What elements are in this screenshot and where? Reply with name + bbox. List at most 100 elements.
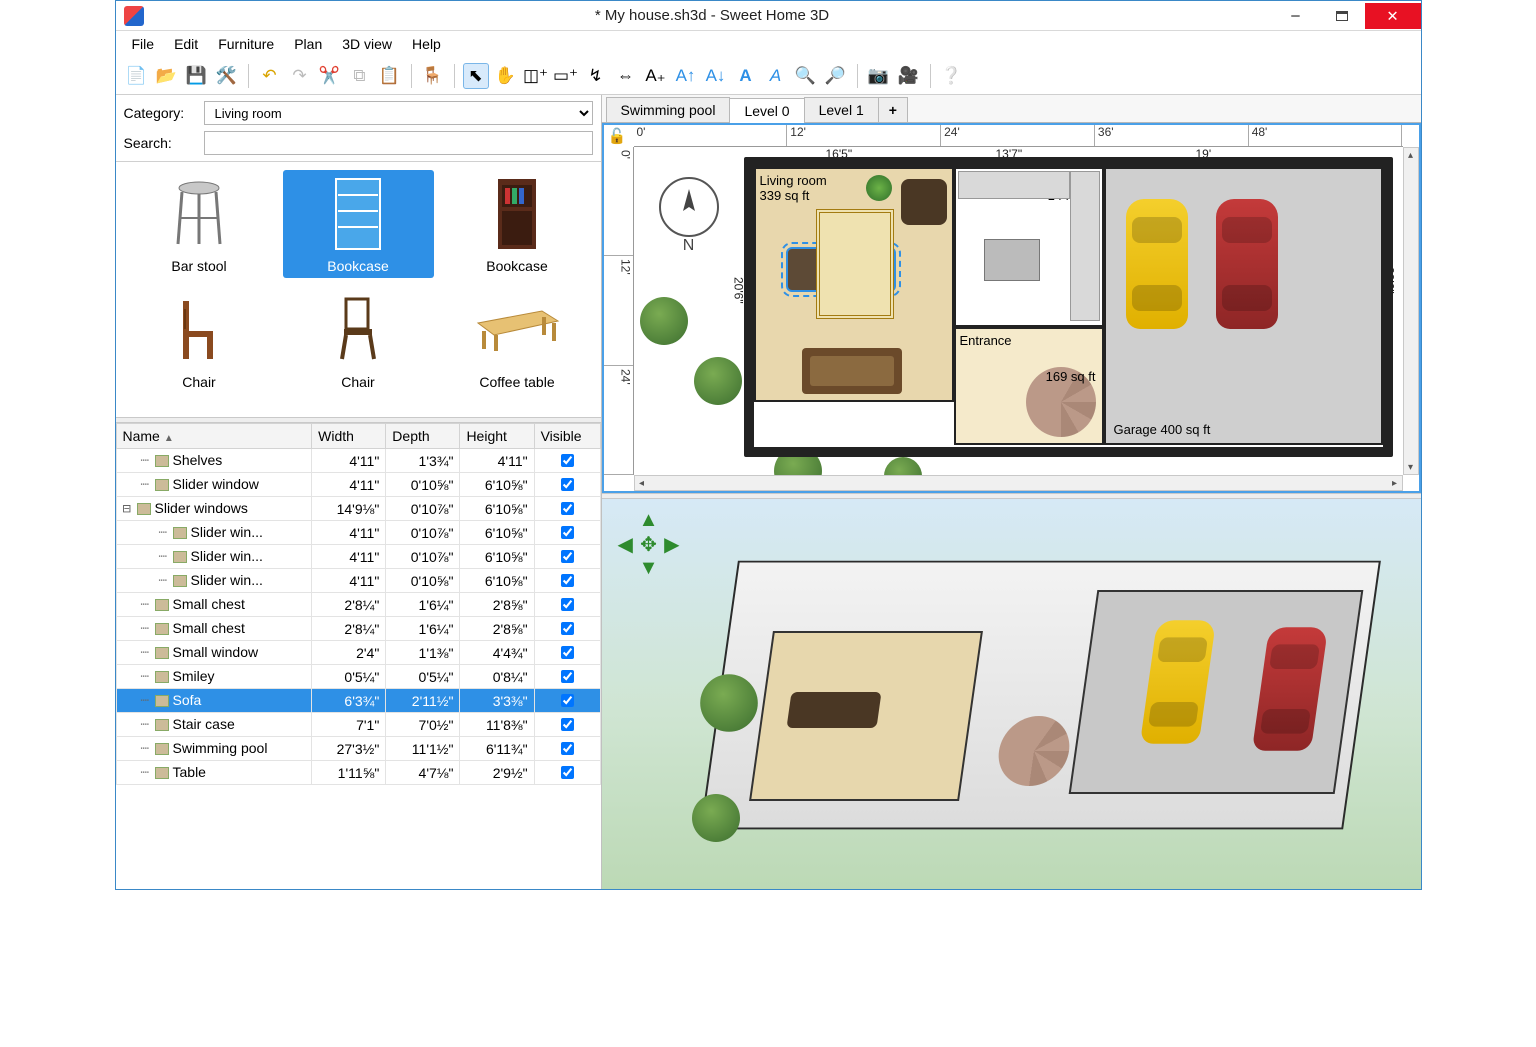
maximize-button[interactable] — [1319, 3, 1365, 29]
cut-icon[interactable]: ✂️ — [317, 63, 343, 89]
tab-add[interactable]: + — [878, 97, 908, 122]
lock-icon[interactable]: 🔓 — [608, 127, 627, 145]
visible-checkbox[interactable] — [561, 646, 574, 659]
table-row[interactable]: ┈Slider win...4'11"0'10⅞"6'10⅝" — [116, 545, 600, 569]
table-row[interactable]: ┈Smiley0'5¼"0'5¼"0'8¼" — [116, 665, 600, 689]
furniture-counter[interactable] — [958, 171, 1070, 199]
visible-checkbox[interactable] — [561, 694, 574, 707]
catalog-item[interactable]: Bookcase — [283, 170, 434, 278]
menu-plan[interactable]: Plan — [286, 34, 330, 54]
create-room-icon[interactable]: ▭⁺ — [553, 63, 579, 89]
room-living[interactable]: Living room 339 sq ft — [754, 167, 954, 402]
help-icon[interactable]: ❔ — [939, 63, 965, 89]
furniture-catalog[interactable]: Bar stool Bookcase Bookcase — [116, 162, 601, 417]
furniture-dining-table[interactable] — [802, 348, 902, 394]
table-row[interactable]: ┈Slider win...4'11"0'10⅞"6'10⅝" — [116, 521, 600, 545]
table-row[interactable]: ┈Small chest2'8¼"1'6¼"2'8⅝" — [116, 593, 600, 617]
furniture-counter[interactable] — [1070, 171, 1100, 321]
visible-checkbox[interactable] — [561, 454, 574, 467]
nav-up-icon[interactable]: ▲ — [637, 509, 660, 532]
zoom-out-icon[interactable]: 🔎 — [823, 63, 849, 89]
visible-checkbox[interactable] — [561, 598, 574, 611]
car-red-icon[interactable] — [1216, 199, 1278, 329]
tab-swimming-pool[interactable]: Swimming pool — [606, 97, 731, 122]
table-row[interactable]: ┈Slider window4'11"0'10⅝"6'10⅝" — [116, 473, 600, 497]
create-text-icon[interactable]: A₊ — [643, 63, 669, 89]
plan-canvas[interactable]: N 16'5" 13'7" 19' 20'6" 20'6" — [634, 147, 1403, 475]
catalog-item[interactable]: Chair — [283, 286, 434, 394]
nav-right-icon[interactable]: ▶ — [660, 532, 683, 557]
visible-checkbox[interactable] — [561, 550, 574, 563]
text-bold-icon[interactable]: A — [733, 63, 759, 89]
create-polyline-icon[interactable]: ↯ — [583, 63, 609, 89]
visible-checkbox[interactable] — [561, 526, 574, 539]
new-icon[interactable]: 📄 — [124, 63, 150, 89]
catalog-item[interactable]: Coffee table — [442, 286, 593, 394]
menu-furniture[interactable]: Furniture — [210, 34, 282, 54]
car-yellow-icon[interactable] — [1126, 199, 1188, 329]
tab-level-1[interactable]: Level 1 — [804, 97, 879, 122]
furniture-table[interactable]: Name Width Depth Height Visible ┈Shelves… — [116, 423, 601, 889]
visible-checkbox[interactable] — [561, 622, 574, 635]
room-kitchen[interactable]: Kitchen 144 sq ft — [954, 167, 1104, 327]
plan-scrollbar-h[interactable]: ◂▸ — [634, 475, 1403, 491]
menu-help[interactable]: Help — [404, 34, 449, 54]
open-icon[interactable]: 📂 — [154, 63, 180, 89]
table-row[interactable]: ┈Stair case7'1"7'0½"11'8⅜" — [116, 713, 600, 737]
house-outline[interactable]: Living room 339 sq ft — [744, 157, 1393, 457]
close-button[interactable]: ✕ — [1365, 3, 1421, 29]
nav3d-control[interactable]: ▲ ◀✥▶ ▼ — [614, 509, 684, 579]
text-size-down-icon[interactable]: A↓ — [703, 63, 729, 89]
nav-left-icon[interactable]: ◀ — [614, 532, 637, 557]
redo-icon[interactable]: ↷ — [287, 63, 313, 89]
select-tool-icon[interactable]: ⬉ — [463, 63, 489, 89]
catalog-item[interactable]: Chair — [124, 286, 275, 394]
col-width[interactable]: Width — [312, 424, 386, 449]
visible-checkbox[interactable] — [561, 766, 574, 779]
paste-icon[interactable]: 📋 — [377, 63, 403, 89]
table-row[interactable]: ┈Small chest2'8¼"1'6¼"2'8⅝" — [116, 617, 600, 641]
table-row[interactable]: ┈Shelves4'11"1'3¾"4'11" — [116, 449, 600, 473]
table-row[interactable]: ┈Swimming pool27'3½"11'1½"6'11¾" — [116, 737, 600, 761]
tree-icon[interactable] — [694, 357, 742, 405]
table-row[interactable]: ┈Table1'11⅝"4'7⅛"2'9½" — [116, 761, 600, 785]
text-size-up-icon[interactable]: A↑ — [673, 63, 699, 89]
plan-area[interactable]: 🔓 0' 12' 24' 36' 48' 0' 12' 24' — [602, 123, 1421, 493]
catalog-item[interactable]: Bar stool — [124, 170, 275, 278]
undo-icon[interactable]: ↶ — [257, 63, 283, 89]
search-input[interactable] — [204, 131, 593, 155]
visible-checkbox[interactable] — [561, 502, 574, 515]
col-depth[interactable]: Depth — [386, 424, 460, 449]
prefs-icon[interactable]: 🛠️ — [214, 63, 240, 89]
zoom-in-icon[interactable]: 🔍 — [793, 63, 819, 89]
furniture-stove[interactable] — [984, 239, 1040, 281]
visible-checkbox[interactable] — [561, 670, 574, 683]
visible-checkbox[interactable] — [561, 478, 574, 491]
plan-scrollbar-v[interactable]: ▴▾ — [1403, 147, 1419, 475]
minimize-button[interactable]: — — [1273, 3, 1319, 29]
table-row[interactable]: ┈Sofa6'3¾"2'11½"3'3⅜" — [116, 689, 600, 713]
view-3d[interactable]: ▲ ◀✥▶ ▼ — [602, 499, 1421, 889]
video-icon[interactable]: 🎥 — [896, 63, 922, 89]
create-walls-icon[interactable]: ◫⁺ — [523, 63, 549, 89]
save-icon[interactable]: 💾 — [184, 63, 210, 89]
catalog-item[interactable]: Bookcase — [442, 170, 593, 278]
text-italic-icon[interactable]: A — [763, 63, 789, 89]
photo-icon[interactable]: 📷 — [866, 63, 892, 89]
nav-down-icon[interactable]: ▼ — [637, 557, 660, 580]
col-height[interactable]: Height — [460, 424, 534, 449]
copy-icon[interactable]: ⧉ — [347, 63, 373, 89]
pan-tool-icon[interactable]: ✋ — [493, 63, 519, 89]
menu-edit[interactable]: Edit — [166, 34, 206, 54]
add-furniture-icon[interactable]: 🪑 — [420, 63, 446, 89]
menu-3dview[interactable]: 3D view — [334, 34, 400, 54]
visible-checkbox[interactable] — [561, 574, 574, 587]
furniture-armchair[interactable] — [901, 179, 947, 225]
visible-checkbox[interactable] — [561, 742, 574, 755]
table-row[interactable]: ┈Small window2'4"1'1⅜"4'4¾" — [116, 641, 600, 665]
create-dimension-icon[interactable]: ⇔ — [613, 63, 639, 89]
furniture-plant[interactable] — [866, 175, 892, 201]
col-visible[interactable]: Visible — [534, 424, 600, 449]
table-row[interactable]: ┈Slider win...4'11"0'10⅝"6'10⅝" — [116, 569, 600, 593]
room-entrance[interactable]: Entrance 169 sq ft — [954, 327, 1104, 445]
